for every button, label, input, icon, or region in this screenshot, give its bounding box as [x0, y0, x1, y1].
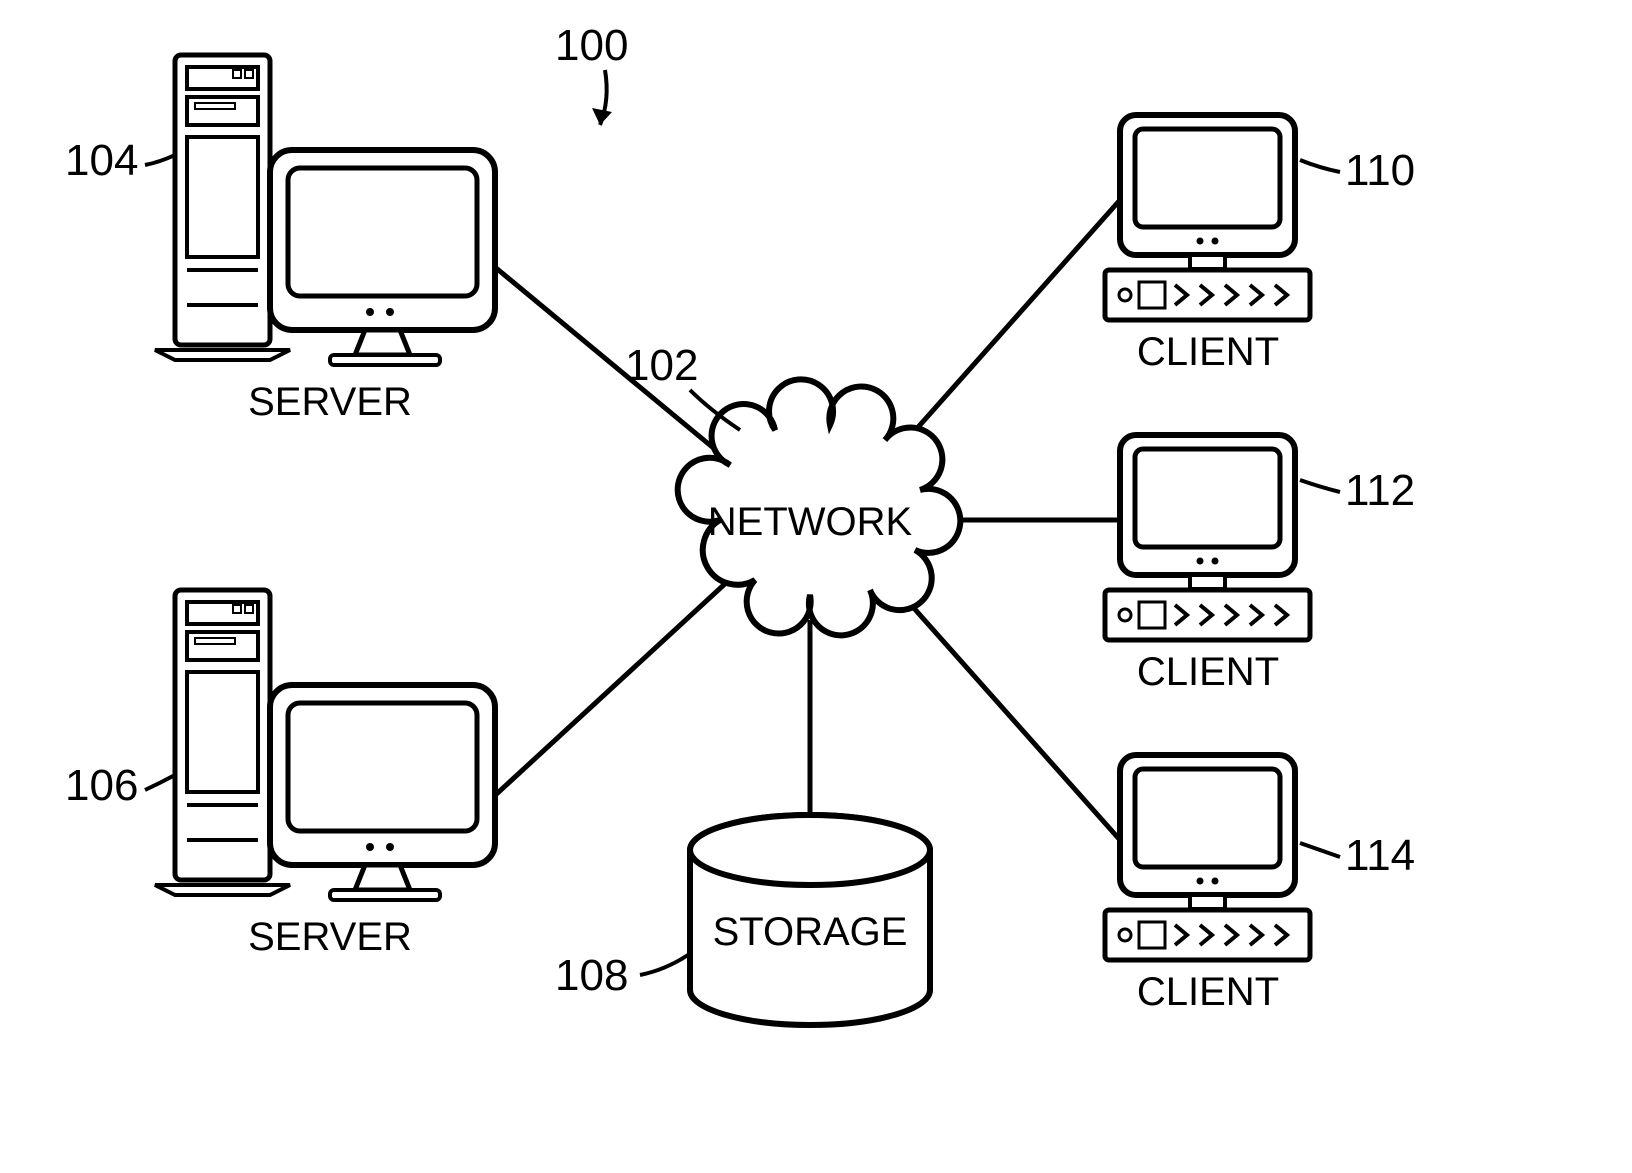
ref-104-label: 104 — [65, 136, 138, 185]
client-base-icon — [1105, 910, 1310, 960]
server-monitor-icon — [270, 150, 495, 365]
ref-102-label: 102 — [625, 341, 698, 390]
ref-106: 106 — [65, 761, 175, 810]
ref-114-label: 114 — [1345, 831, 1415, 880]
ref-108-label: 108 — [555, 951, 628, 1000]
network-diagram: 100 NETWORK 102 STORAGE 108 — [0, 0, 1632, 1173]
client-112-label: CLIENT — [1137, 650, 1279, 694]
ref-114: 114 — [1300, 831, 1415, 880]
ref-112: 112 — [1300, 466, 1415, 515]
network-label: NETWORK — [708, 500, 913, 544]
storage-label: STORAGE — [713, 910, 908, 954]
server-104-label: SERVER — [248, 380, 412, 424]
client-110-label: CLIENT — [1137, 330, 1279, 374]
client-base-icon — [1105, 270, 1310, 320]
ref-106-label: 106 — [65, 761, 138, 810]
client-112: CLIENT — [1105, 435, 1310, 694]
ref-104: 104 — [65, 136, 175, 185]
client-base-icon — [1105, 590, 1310, 640]
ref-110-label: 110 — [1345, 146, 1415, 195]
client-monitor-icon — [1120, 755, 1295, 909]
ref-108: 108 — [555, 951, 688, 1000]
client-110: CLIENT — [1105, 115, 1310, 374]
client-monitor-icon — [1120, 115, 1295, 269]
storage-node: STORAGE — [690, 815, 930, 1025]
ref-102: 102 — [625, 341, 740, 430]
server-monitor-icon — [270, 685, 495, 900]
ref-110: 110 — [1300, 146, 1415, 195]
figure-ref: 100 — [555, 21, 628, 125]
server-104: SERVER — [155, 55, 495, 424]
figure-ref-label: 100 — [555, 21, 628, 70]
client-114-label: CLIENT — [1137, 970, 1279, 1014]
client-114: CLIENT — [1105, 755, 1310, 1014]
ref-112-label: 112 — [1345, 466, 1415, 515]
server-106-label: SERVER — [248, 915, 412, 959]
server-106: SERVER — [155, 590, 495, 959]
client-monitor-icon — [1120, 435, 1295, 589]
